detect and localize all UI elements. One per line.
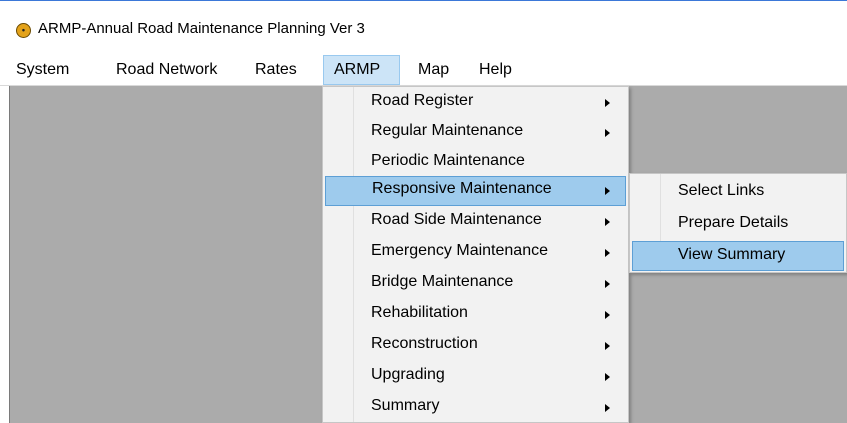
menu-item-label: Regular Maintenance [371,122,524,139]
menu-item-emergency-maintenance[interactable]: Emergency Maintenance [325,238,626,268]
menu-item-label: Responsive Maintenance [372,180,552,197]
submenu-item-label: Select Links [678,182,765,199]
submenu-item-select-links[interactable]: Select Links [632,177,844,207]
menu-item-rehabilitation[interactable]: Rehabilitation [325,300,626,330]
menu-item-road-side-maintenance[interactable]: Road Side Maintenance [325,207,626,237]
menu-item-road-register[interactable]: Road Register [325,88,626,118]
menu-item-reconstruction[interactable]: Reconstruction [325,331,626,361]
menu-armp[interactable]: ARMP [323,55,400,85]
window-title: ARMP-Annual Road Maintenance Planning Ve… [38,20,365,37]
menu-item-label: Road Side Maintenance [371,211,542,228]
menu-bar: System Road Network Rates ARMP Map Help [0,55,847,86]
menu-item-regular-maintenance[interactable]: Regular Maintenance [325,118,626,148]
app-logo-icon: • [16,23,31,38]
menu-item-label: Reconstruction [371,335,478,352]
submenu-arrow-icon [605,342,610,350]
submenu-item-view-summary[interactable]: View Summary [632,241,844,271]
menu-map[interactable]: Map [418,55,449,85]
submenu-arrow-icon [605,99,610,107]
submenu-arrow-icon [605,249,610,257]
menu-item-summary[interactable]: Summary [325,393,626,423]
menu-item-upgrading[interactable]: Upgrading [325,362,626,392]
menu-item-label: Emergency Maintenance [371,242,548,259]
submenu-arrow-icon [605,373,610,381]
menu-item-label: Upgrading [371,366,445,383]
menu-item-label: Road Register [371,92,474,109]
submenu-arrow-icon [605,187,610,195]
menu-item-label: Bridge Maintenance [371,273,514,290]
responsive-maintenance-submenu: Select Links Prepare Details View Summar… [629,173,847,273]
menu-item-bridge-maintenance[interactable]: Bridge Maintenance [325,269,626,299]
submenu-item-label: Prepare Details [678,214,789,231]
menu-rates[interactable]: Rates [255,55,297,85]
armp-dropdown-menu: Road Register Regular Maintenance Period… [322,86,629,423]
title-bar: • ARMP-Annual Road Maintenance Planning … [0,0,847,51]
submenu-item-label: View Summary [678,246,786,263]
submenu-arrow-icon [605,218,610,226]
menu-item-label: Summary [371,397,440,414]
menu-road-network[interactable]: Road Network [116,55,217,85]
menu-help[interactable]: Help [479,55,512,85]
menu-item-label: Rehabilitation [371,304,468,321]
submenu-arrow-icon [605,280,610,288]
menu-system[interactable]: System [16,55,69,85]
menu-item-periodic-maintenance[interactable]: Periodic Maintenance [325,148,626,178]
submenu-arrow-icon [605,404,610,412]
submenu-arrow-icon [605,311,610,319]
submenu-item-prepare-details[interactable]: Prepare Details [632,209,844,239]
menu-item-label: Periodic Maintenance [371,152,525,169]
menu-item-responsive-maintenance[interactable]: Responsive Maintenance [325,176,626,206]
submenu-arrow-icon [605,129,610,137]
